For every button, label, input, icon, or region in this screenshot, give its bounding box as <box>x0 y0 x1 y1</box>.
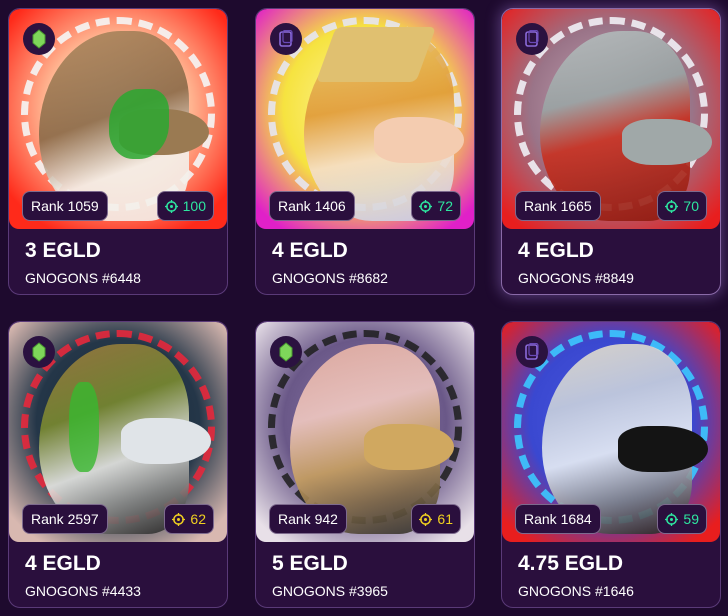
card-stack-icon <box>270 23 302 55</box>
score-badge: 70 <box>657 191 707 221</box>
score-value: 62 <box>190 511 206 527</box>
score-badge: 61 <box>411 504 461 534</box>
rank-badge: Rank 1406 <box>269 191 355 221</box>
target-icon <box>164 199 178 213</box>
rank-badge: Rank 1665 <box>515 191 601 221</box>
rank-badge: Rank 2597 <box>22 504 108 534</box>
target-icon <box>419 199 433 213</box>
score-badge: 62 <box>164 504 214 534</box>
nft-card[interactable]: Rank 1059 100 3 EGLD GNOGONS #6448 <box>8 8 228 295</box>
nft-card[interactable]: Rank 1406 72 4 EGLD GNOGONS #8682 <box>255 8 475 295</box>
score-badge: 59 <box>657 504 707 534</box>
score-badge: 72 <box>411 191 461 221</box>
nft-card[interactable]: Rank 942 61 5 EGLD GNOGONS #3965 <box>255 321 475 608</box>
target-icon <box>172 512 186 526</box>
nft-name: GNOGONS #1646 <box>518 583 634 599</box>
rank-badge: Rank 942 <box>269 504 347 534</box>
score-value: 61 <box>437 511 453 527</box>
gem-icon <box>23 336 55 368</box>
card-stack-icon <box>516 23 548 55</box>
nft-name: GNOGONS #8682 <box>272 270 388 286</box>
nft-name: GNOGONS #8849 <box>518 270 634 286</box>
price: 4.75 EGLD <box>518 552 624 575</box>
gem-icon <box>23 23 55 55</box>
nft-name: GNOGONS #6448 <box>25 270 141 286</box>
score-value: 72 <box>437 198 453 214</box>
rank-badge: Rank 1684 <box>515 504 601 534</box>
price: 4 EGLD <box>518 239 594 262</box>
gem-icon <box>270 336 302 368</box>
nft-card[interactable]: Rank 2597 62 4 EGLD GNOGONS #4433 <box>8 321 228 608</box>
score-value: 59 <box>683 511 699 527</box>
target-icon <box>665 199 679 213</box>
nft-card[interactable]: Rank 1684 59 4.75 EGLD GNOGONS #1646 <box>501 321 721 608</box>
price: 4 EGLD <box>25 552 101 575</box>
card-stack-icon <box>516 336 548 368</box>
target-icon <box>419 512 433 526</box>
score-badge: 100 <box>156 191 214 221</box>
price: 3 EGLD <box>25 239 101 262</box>
rank-badge: Rank 1059 <box>22 191 108 221</box>
score-value: 100 <box>182 198 206 214</box>
nft-card[interactable]: Rank 1665 70 4 EGLD GNOGONS #8849 <box>501 8 721 295</box>
nft-name: GNOGONS #4433 <box>25 583 141 599</box>
score-value: 70 <box>683 198 699 214</box>
target-icon <box>665 512 679 526</box>
price: 4 EGLD <box>272 239 348 262</box>
price: 5 EGLD <box>272 552 348 575</box>
nft-name: GNOGONS #3965 <box>272 583 388 599</box>
